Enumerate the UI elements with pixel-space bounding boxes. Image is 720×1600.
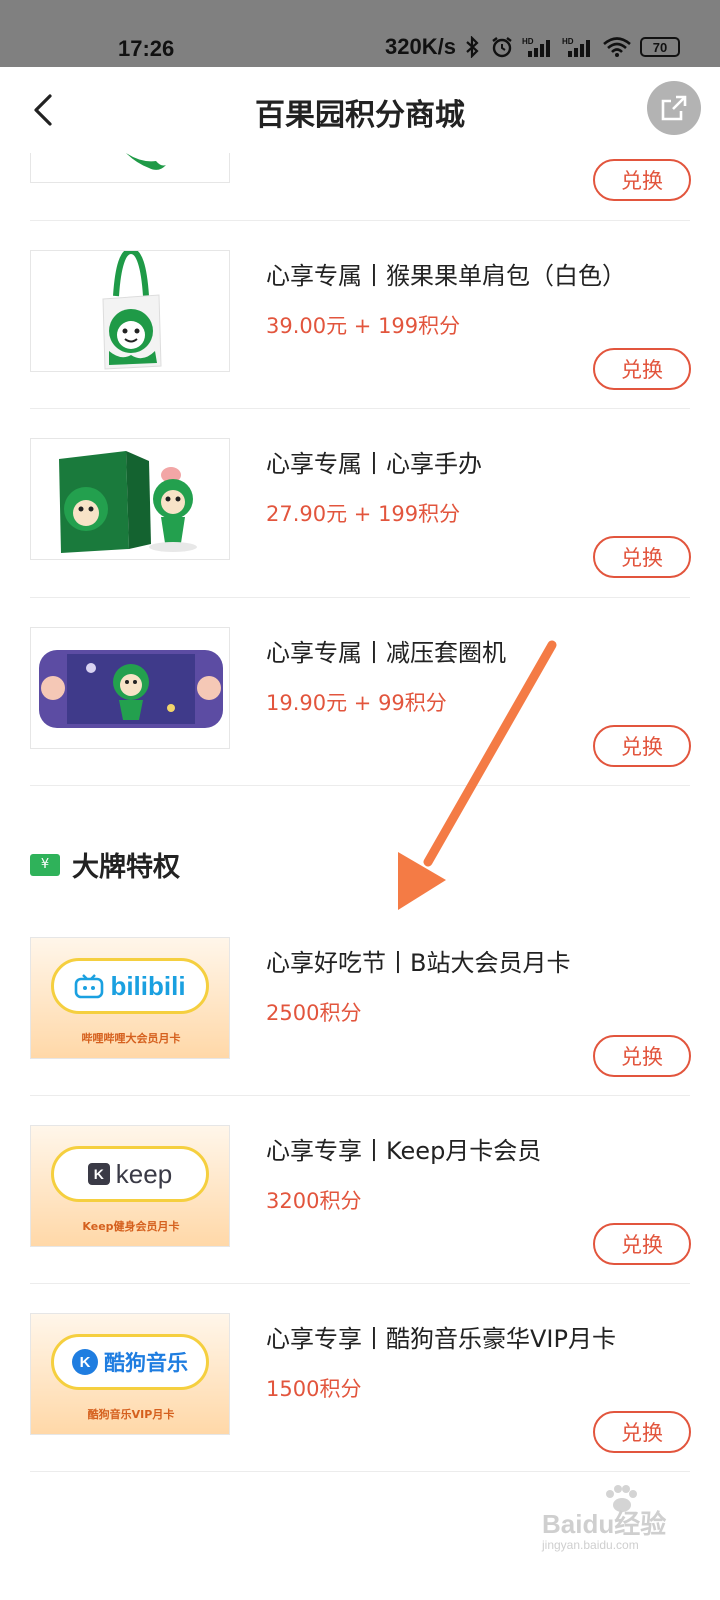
divider	[30, 597, 690, 598]
bilibili-logo-text: bilibili	[110, 970, 186, 1001]
svg-text:HD: HD	[562, 37, 574, 46]
tv-icon	[75, 974, 104, 999]
bilibili-logo: bilibili	[51, 958, 209, 1014]
bluetooth-icon	[466, 36, 479, 58]
keep-card-image: K keep Keep健身会员月卡	[30, 1125, 230, 1247]
list-item[interactable]: 心享专属丨减压套圈机 19.90元 + 99积分 兑换	[30, 627, 691, 767]
section-title: 大牌特权	[72, 852, 180, 883]
baidu-watermark: Baidu经验 jingyan.baidu.com	[540, 1485, 700, 1552]
list-item[interactable]: K keep Keep健身会员月卡 心享专享丨Keep月卡会员 3200积分 兑…	[30, 1125, 691, 1265]
card-caption: 哔哩哔哩大会员月卡	[81, 1032, 181, 1045]
coupon-yen-icon: ¥	[30, 853, 60, 876]
divider	[30, 1283, 690, 1284]
hd-signal-icon: HD	[562, 37, 590, 57]
divider	[30, 1471, 690, 1472]
kugou-logo-text: 酷狗音乐	[104, 1351, 188, 1375]
app-header: 百果园积分商城	[0, 67, 720, 153]
product-price: 3200积分	[266, 1189, 362, 1213]
redeem-button[interactable]: 兑换	[593, 1223, 691, 1265]
product-price: 27.90元 + 199积分	[266, 502, 461, 526]
hd-signal-icon: HD	[522, 37, 550, 57]
list-item[interactable]: K 酷狗音乐 酷狗音乐VIP月卡 心享专享丨酷狗音乐豪华VIP月卡 1500积分…	[30, 1313, 691, 1453]
status-time: 17:26	[118, 36, 175, 61]
svg-text:HD: HD	[522, 37, 534, 46]
redeem-button[interactable]: 兑换	[593, 1035, 691, 1077]
ring-toss-game-image	[30, 627, 230, 749]
share-external-icon	[661, 95, 687, 121]
share-button[interactable]	[647, 81, 701, 135]
list-item[interactable]: bilibili 哔哩哔哩大会员月卡 心享好吃节丨B站大会员月卡 2500积分 …	[30, 937, 691, 1077]
product-price: 19.90元 + 99积分	[266, 691, 447, 715]
battery-icon: 70	[640, 37, 680, 57]
page-title: 百果园积分商城	[255, 98, 465, 133]
wifi-icon	[603, 37, 631, 57]
kugou-logo: K 酷狗音乐	[51, 1334, 209, 1390]
alarm-icon	[492, 37, 512, 58]
figure-box-image	[30, 438, 230, 560]
list-item[interactable]: 心享专属丨猴果果单肩包（白色） 39.00元 + 199积分 兑换	[30, 250, 691, 390]
redeem-button[interactable]: 兑换	[593, 159, 691, 201]
redeem-button[interactable]: 兑换	[593, 348, 691, 390]
divider	[30, 1095, 690, 1096]
product-price: 1500积分	[266, 1377, 362, 1401]
product-price: 39.00元 + 199积分	[266, 314, 461, 338]
list-item-partial[interactable]: 兑换	[30, 153, 691, 220]
network-speed: 320K/s	[385, 34, 456, 59]
card-caption: 酷狗音乐VIP月卡	[87, 1408, 175, 1421]
divider	[30, 220, 690, 221]
keep-logo-text: keep	[115, 1158, 173, 1189]
kugou-card-image: K 酷狗音乐 酷狗音乐VIP月卡	[30, 1313, 230, 1435]
product-thumb	[30, 153, 230, 183]
redeem-button[interactable]: 兑换	[593, 536, 691, 578]
bilibili-card-image: bilibili 哔哩哔哩大会员月卡	[30, 937, 230, 1059]
card-caption: Keep健身会员月卡	[82, 1220, 180, 1233]
product-title: 心享专属丨减压套圈机	[266, 639, 506, 667]
kugou-badge-icon: K	[72, 1349, 98, 1375]
product-price: 2500积分	[266, 1001, 362, 1025]
watermark-url: jingyan.baidu.com	[542, 1538, 639, 1552]
divider	[30, 408, 690, 409]
status-bar: 17:26 320K/s HD HD 70	[0, 0, 720, 67]
product-title: 心享好吃节丨B站大会员月卡	[266, 949, 571, 977]
tote-bag-image	[30, 250, 230, 372]
product-title: 心享专享丨Keep月卡会员	[266, 1137, 542, 1165]
divider	[30, 785, 690, 786]
product-title: 心享专属丨心享手办	[266, 450, 482, 478]
section-header: ¥ 大牌特权	[30, 845, 180, 884]
status-icons: 320K/s HD HD 70	[385, 34, 680, 60]
product-title: 心享专享丨酷狗音乐豪华VIP月卡	[266, 1325, 616, 1353]
product-title: 心享专属丨猴果果单肩包（白色）	[266, 262, 626, 290]
redeem-button[interactable]: 兑换	[593, 725, 691, 767]
watermark-text: Baidu经验	[542, 1509, 667, 1539]
keep-badge-icon: K	[87, 1163, 110, 1185]
redeem-button[interactable]: 兑换	[593, 1411, 691, 1453]
list-item[interactable]: 心享专属丨心享手办 27.90元 + 199积分 兑换	[30, 438, 691, 578]
keep-logo: K keep	[51, 1146, 209, 1202]
